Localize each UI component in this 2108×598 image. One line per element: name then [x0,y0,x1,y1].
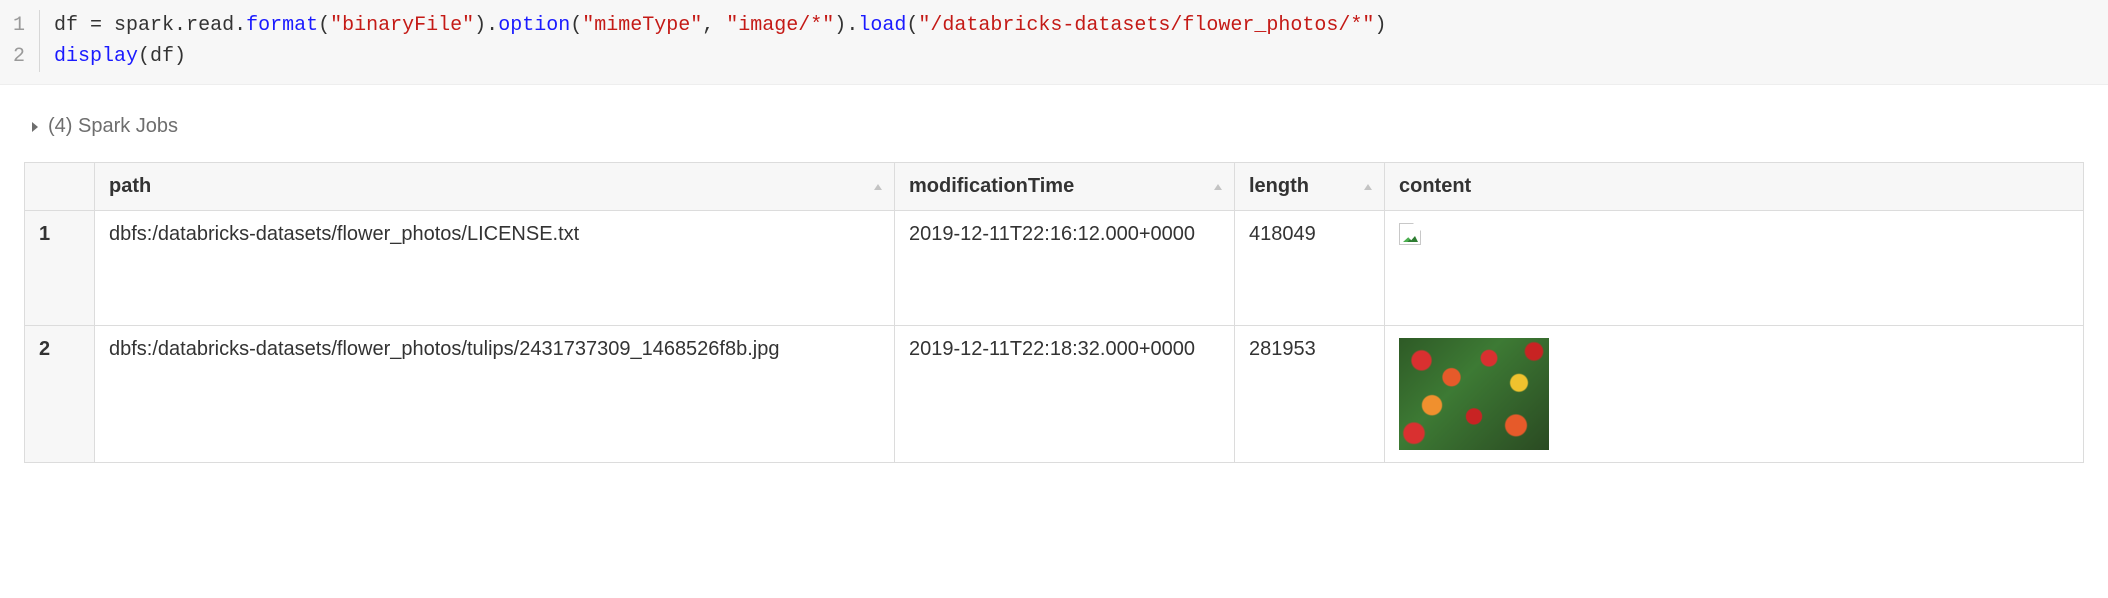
cell-length: 281953 [1235,326,1385,463]
header-label: path [109,175,151,197]
code-token: ) [834,14,846,37]
cell-output: (4) Spark Jobs path [0,85,2108,463]
code-token: = [90,14,114,37]
line-number: 1 [12,10,25,41]
line-number: 2 [12,41,25,72]
result-table: path modificationTime length [24,162,2084,463]
code-token: , [702,14,726,37]
sort-asc-icon [1362,182,1374,192]
code-token: . [234,14,246,37]
code-token: "/databricks-datasets/flower_photos/*" [918,14,1374,37]
code-token: . [174,14,186,37]
header-label: content [1399,175,1471,197]
header-label: modificationTime [909,175,1074,197]
code-token: read [186,14,234,37]
notebook-cell: 1 2 df = spark.read.format("binaryFile")… [0,0,2108,463]
cell-path: dbfs:/databricks-datasets/flower_photos/… [95,211,895,326]
code-token: ) [1374,14,1386,37]
sort-asc-icon [872,182,884,192]
caret-right-icon [30,121,40,133]
code-token: ( [570,14,582,37]
cell-content [1385,326,2084,463]
code-token: ) [174,45,186,68]
code-token: ) [474,14,486,37]
code-token: "binaryFile" [330,14,474,37]
code-token: "mimeType" [582,14,702,37]
line-number-gutter: 1 2 [0,10,40,72]
header-label: length [1249,175,1309,197]
code-token: load [858,14,906,37]
code-token: display [54,45,138,68]
cell-content [1385,211,2084,326]
table-row[interactable]: 1 dbfs:/databricks-datasets/flower_photo… [25,211,2084,326]
code-token: df [54,14,90,37]
table-row[interactable]: 2 dbfs:/databricks-datasets/flower_photo… [25,326,2084,463]
row-index: 2 [25,326,95,463]
table-header-row: path modificationTime length [25,163,2084,211]
code-token: df [150,45,174,68]
code-content[interactable]: df = spark.read.format("binaryFile").opt… [40,10,1400,72]
code-token: . [486,14,498,37]
code-token: spark [114,14,174,37]
header-path[interactable]: path [95,163,895,211]
row-index: 1 [25,211,95,326]
spark-jobs-label: (4) Spark Jobs [48,115,178,138]
sort-asc-icon [1212,182,1224,192]
header-modification-time[interactable]: modificationTime [895,163,1235,211]
header-index[interactable] [25,163,95,211]
code-editor[interactable]: 1 2 df = spark.read.format("binaryFile")… [0,0,2108,85]
header-content[interactable]: content [1385,163,2084,211]
spark-jobs-toggle[interactable]: (4) Spark Jobs [30,115,2084,138]
cell-mtime: 2019-12-11T22:18:32.000+0000 [895,326,1235,463]
header-length[interactable]: length [1235,163,1385,211]
code-token: ( [138,45,150,68]
image-thumbnail [1399,338,1549,450]
code-token: . [846,14,858,37]
code-token: "image/*" [726,14,834,37]
cell-mtime: 2019-12-11T22:16:12.000+0000 [895,211,1235,326]
code-token: format [246,14,318,37]
code-token: ( [318,14,330,37]
cell-length: 418049 [1235,211,1385,326]
broken-image-icon [1399,223,1421,245]
code-token: ( [906,14,918,37]
cell-path: dbfs:/databricks-datasets/flower_photos/… [95,326,895,463]
code-token: option [498,14,570,37]
